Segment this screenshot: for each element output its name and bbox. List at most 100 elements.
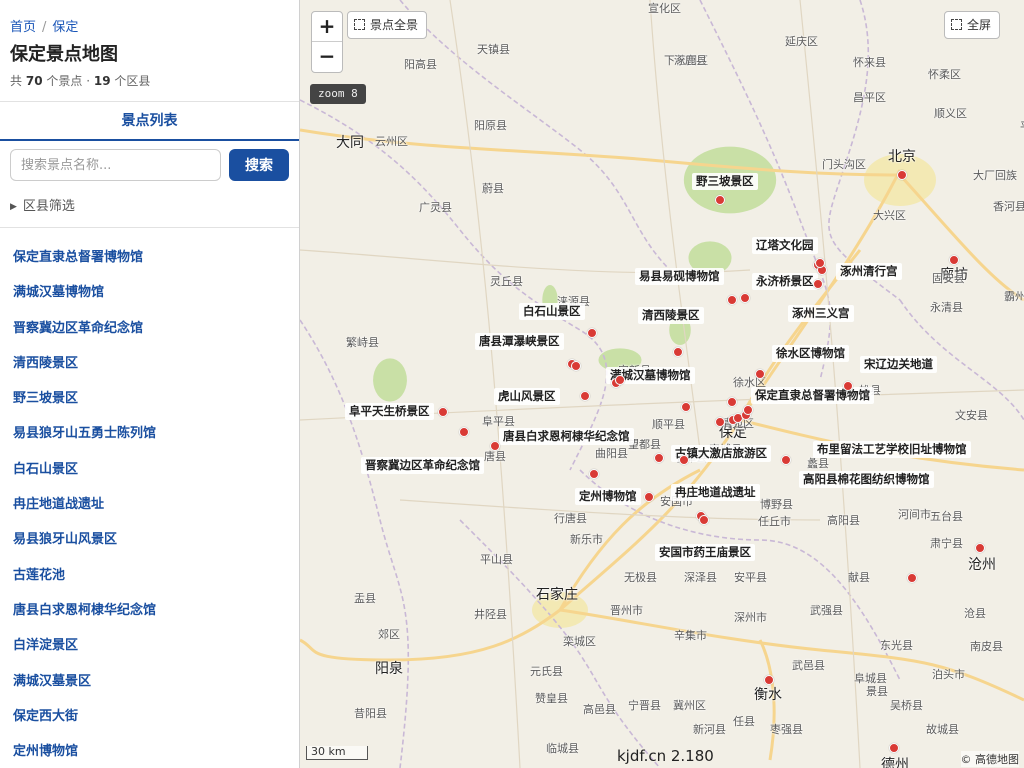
poi-marker[interactable] [589,469,599,479]
spot-list-item[interactable]: 古莲花池 [0,558,299,593]
poi-marker[interactable] [438,407,448,417]
place-label: 景县 [866,685,888,698]
breadcrumb-separator: / [42,20,47,35]
place-label: 献县 [848,571,870,584]
poi-label[interactable]: 冉庄地道战遗址 [671,484,760,501]
map-attribution: © 高德地图 [960,751,1019,767]
poi-label[interactable]: 辽塔文化园 [752,237,818,254]
place-label: 涿鹿县 [674,54,707,67]
poi-label[interactable]: 定州博物馆 [575,488,641,505]
place-label: 任丘市 [758,515,791,528]
spot-list-item[interactable]: 唐县白求恩柯棣华纪念馆 [0,593,299,628]
poi-marker[interactable] [843,381,853,391]
district-unit: 个区县 [114,74,151,88]
poi-label[interactable]: 宋辽边关地道 [860,356,937,373]
poi-label[interactable]: 虎山风景区 [494,388,560,405]
poi-label[interactable]: 高阳县棉花图纺织博物馆 [799,471,934,488]
poi-label[interactable]: 涿州清行宫 [836,263,902,280]
poi-label[interactable]: 涿州三义宫 [788,305,854,322]
search-button[interactable]: 搜索 [229,149,289,181]
zoom-out-button[interactable]: − [312,42,342,72]
spot-list-item[interactable]: 野三坡景区 [0,381,299,416]
spot-list-item[interactable]: 清西陵景区 [0,346,299,381]
spot-list-item[interactable]: 冉庄地道战遗址 [0,487,299,522]
poi-marker[interactable] [490,441,500,451]
stats-summary: 共 70 个景点 · 19 个区县 [10,72,150,89]
poi-marker[interactable] [459,427,469,437]
poi-label[interactable]: 易县易砚博物馆 [635,268,724,285]
poi-marker[interactable] [764,675,774,685]
search-input[interactable] [10,149,221,181]
poi-marker[interactable] [580,391,590,401]
breadcrumb-current-link[interactable]: 保定 [52,20,78,35]
poi-marker[interactable] [571,361,581,371]
place-label: 昌平区 [853,91,886,104]
poi-marker[interactable] [681,402,691,412]
spot-list-item[interactable]: 保定西大街 [0,699,299,734]
poi-marker[interactable] [644,492,654,502]
spot-list-item[interactable]: 定州博物馆 [0,734,299,768]
place-label: 无极县 [624,571,657,584]
place-label: 大厂回族 [973,169,1017,182]
spot-list-item[interactable]: 白石山景区 [0,452,299,487]
spot-list-item[interactable]: 白洋淀景区 [0,628,299,663]
poi-label[interactable]: 唐县白求恩柯棣华纪念馆 [499,428,634,445]
place-label: 武邑县 [792,659,825,672]
full-view-button[interactable]: 景点全景 [347,11,428,39]
poi-marker[interactable] [673,347,683,357]
poi-marker[interactable] [949,255,959,265]
poi-marker[interactable] [889,743,899,753]
poi-marker[interactable] [740,293,750,303]
place-label: 广灵县 [419,201,452,214]
poi-label[interactable]: 永济桥景区 [752,273,818,290]
poi-marker[interactable] [699,515,709,525]
place-label: 新乐市 [570,533,603,546]
poi-marker[interactable] [897,170,907,180]
poi-marker[interactable] [615,375,625,385]
spot-list-item[interactable]: 易县狼牙山五勇士陈列馆 [0,416,299,451]
spot-list-item[interactable]: 易县狼牙山风景区 [0,522,299,557]
poi-marker[interactable] [813,279,823,289]
poi-marker[interactable] [727,295,737,305]
scale-bar: 30 km [306,746,368,760]
poi-label[interactable]: 布里留法工艺学校旧址博物馆 [813,441,971,458]
poi-marker[interactable] [727,397,737,407]
poi-marker[interactable] [587,328,597,338]
poi-marker[interactable] [975,543,985,553]
poi-marker[interactable] [654,453,664,463]
poi-label[interactable]: 晋察冀边区革命纪念馆 [361,457,484,474]
place-label: 武强县 [810,604,843,617]
poi-marker[interactable] [755,369,765,379]
zoom-in-button[interactable]: + [312,12,342,42]
poi-label[interactable]: 野三坡景区 [692,173,758,190]
poi-label[interactable]: 白石山景区 [519,303,585,320]
poi-label[interactable]: 清西陵景区 [638,307,704,324]
poi-label[interactable]: 保定直隶总督署博物馆 [751,387,874,404]
place-label: 赞皇县 [535,692,568,705]
poi-marker[interactable] [715,195,725,205]
spot-list-item[interactable]: 满城汉墓景区 [0,664,299,699]
poi-label[interactable]: 安国市药王庙景区 [655,544,755,561]
poi-label[interactable]: 唐县潭瀑峡景区 [475,333,564,350]
map-view[interactable]: 北京 石家庄 大同 廊坊 沧州 衡水 阳泉 德州 保定 宣化区 延庆区 下花园区 涿鹿县 怀来县 怀柔区 阳高… [300,0,1024,768]
breadcrumb-home-link[interactable]: 首页 [10,20,36,35]
poi-marker[interactable] [815,258,825,268]
poi-marker[interactable] [715,417,725,427]
place-label: 晋州市 [610,604,643,617]
place-label: 大兴区 [873,209,906,222]
spot-list-item[interactable]: 保定直隶总督署博物馆 [0,240,299,275]
place-label: 延庆区 [785,35,818,48]
breadcrumb: 首页 / 保定 [10,16,78,35]
spot-list-item[interactable]: 满城汉墓博物馆 [0,275,299,310]
poi-marker[interactable] [907,573,917,583]
fullscreen-button[interactable]: 全屏 [944,11,1001,39]
poi-marker[interactable] [743,405,753,415]
poi-label[interactable]: 阜平天生桥景区 [345,403,434,420]
city-label: 沧州 [968,557,996,573]
tab-spot-list[interactable]: 景点列表 [0,102,299,140]
poi-marker[interactable] [781,455,791,465]
spot-list-item[interactable]: 晋察冀边区革命纪念馆 [0,311,299,346]
poi-marker[interactable] [679,455,689,465]
district-filter-toggle[interactable]: ▶ 区县筛选 [10,195,75,214]
poi-label[interactable]: 徐水区博物馆 [772,345,849,362]
